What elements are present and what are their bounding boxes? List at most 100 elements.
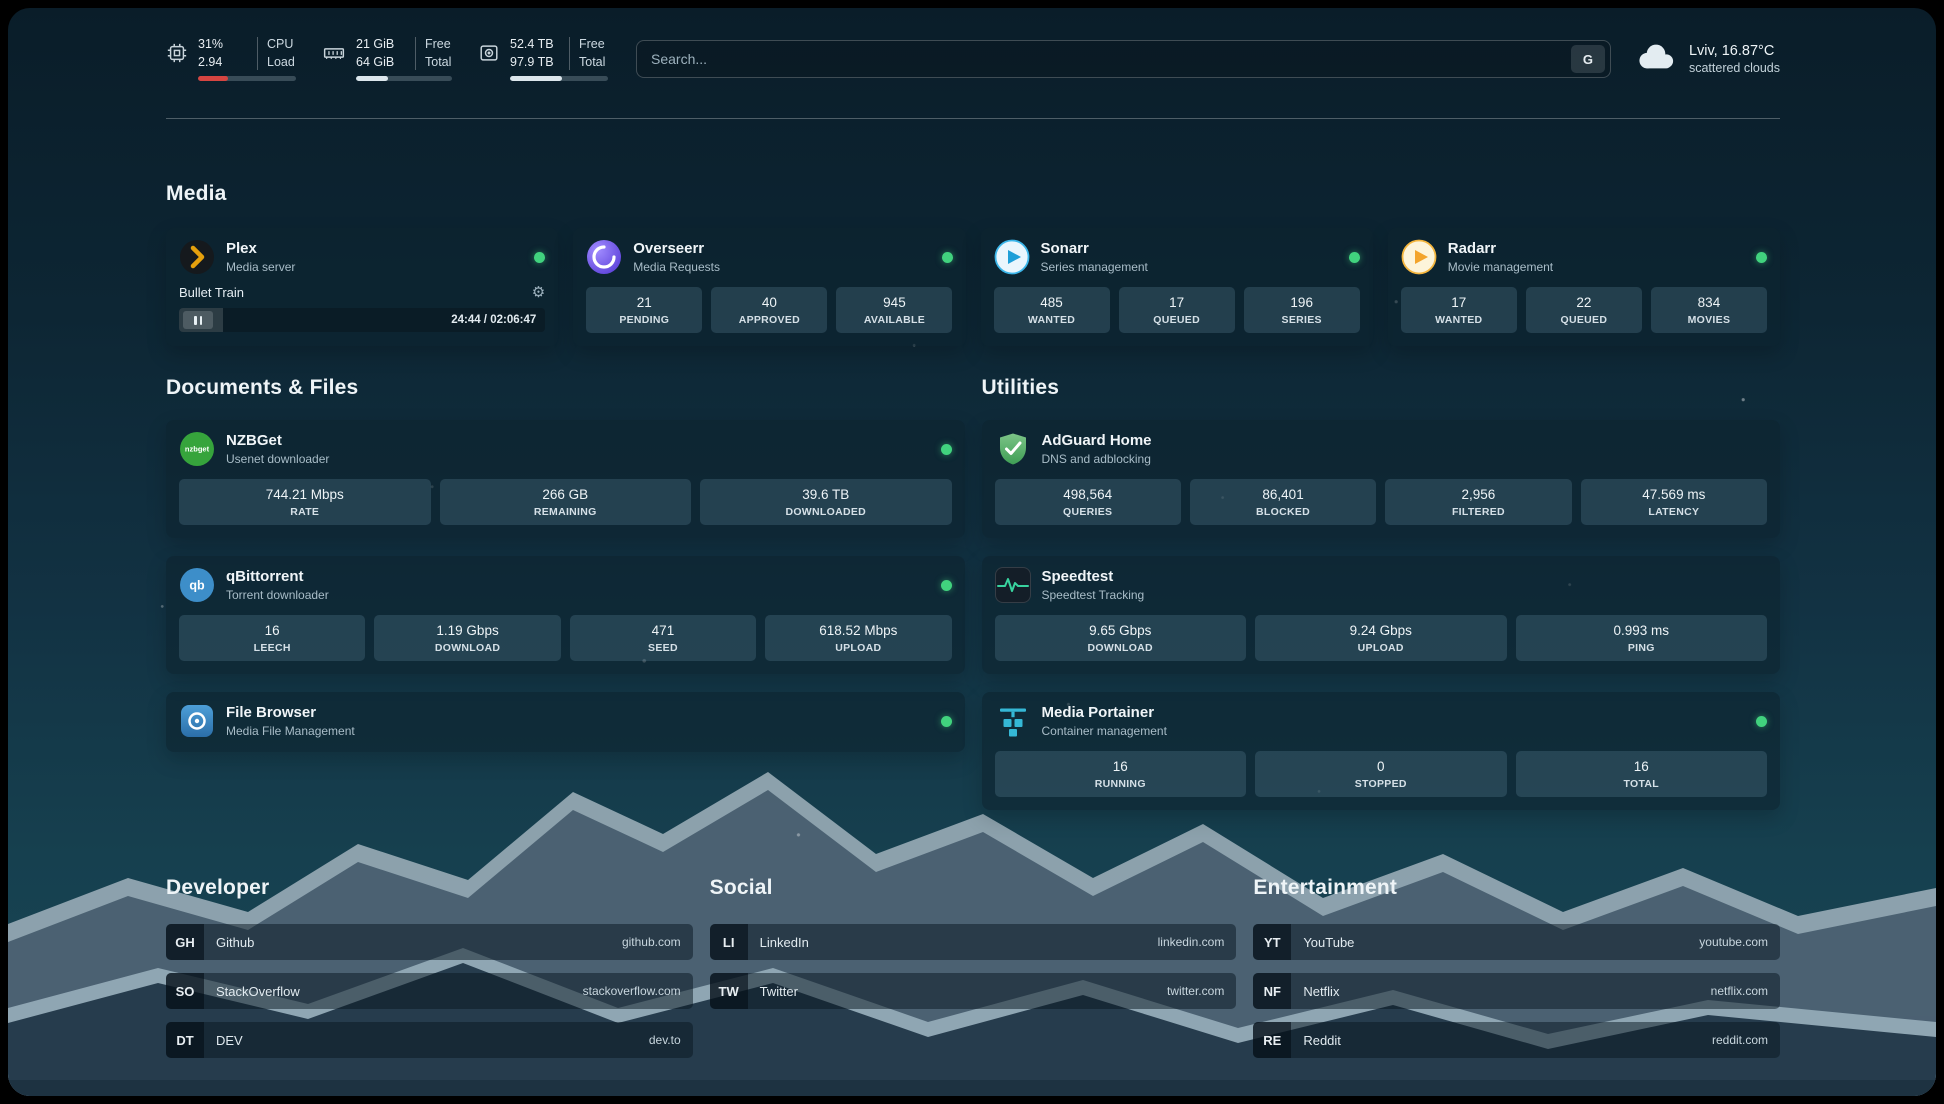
svg-text:qb: qb [189,579,205,593]
system-metrics: 31% 2.94 CPU Load [166,37,608,81]
stat-download: 1.19 Gbps DOWNLOAD [374,615,560,661]
speedtest-card[interactable]: Speedtest Speedtest Tracking 9.65 Gbps D… [982,556,1781,674]
utilities-section: Utilities [982,376,1781,810]
app-name: Media Portainer [1042,704,1167,722]
qbittorrent-card[interactable]: qb qBittorrent Torrent downloader 16 LEE… [166,556,965,674]
status-dot [1756,252,1767,263]
stat-series: 196 SERIES [1244,287,1360,333]
stat-filtered: 2,956 FILTERED [1385,479,1571,525]
stat-download: 9.65 Gbps DOWNLOAD [995,615,1247,661]
documents-section: Documents & Files nzbget NZBGet Usenet d [166,376,965,752]
adguard-card[interactable]: AdGuard Home DNS and adblocking 498,564 … [982,420,1781,538]
disk-free-label: Free [579,37,605,53]
status-dot [1349,252,1360,263]
status-dot [1756,716,1767,727]
metric-divider [569,37,570,70]
cpu-label: CPU [267,37,295,53]
stackoverflow-icon: SO [166,973,204,1009]
bookmark-github[interactable]: GH Github github.com [166,924,693,960]
media-section-title: Media [166,182,1780,206]
speedtest-icon [995,567,1031,603]
app-subtitle: Media File Management [226,724,355,738]
status-dot [942,252,953,263]
plex-icon [179,239,215,275]
app-name: File Browser [226,704,355,722]
entertainment-section-title: Entertainment [1253,876,1780,900]
disk-total-value: 97.9 TB [510,55,560,71]
ram-metric: 21 GiB 64 GiB Free Total [322,37,452,81]
app-name: AdGuard Home [1042,432,1152,450]
stat-ping: 0.993 ms PING [1516,615,1768,661]
bookmark-linkedin[interactable]: LI LinkedIn linkedin.com [710,924,1237,960]
ram-free-value: 21 GiB [356,37,406,53]
status-dot [534,252,545,263]
app-name: NZBGet [226,432,329,450]
bookmark-dev[interactable]: DT DEV dev.to [166,1022,693,1058]
player-bar: 24:44 / 02:06:47 [179,308,545,332]
sonarr-icon [994,239,1030,275]
gear-icon[interactable]: ⚙ [532,285,545,300]
radarr-card[interactable]: Radarr Movie management 17 WANTED 22 QUE… [1388,228,1780,346]
overseerr-icon [586,239,622,275]
stat-blocked: 86,401 BLOCKED [1190,479,1376,525]
reddit-icon: RE [1253,1022,1291,1058]
netflix-icon: NF [1253,973,1291,1009]
social-section-title: Social [710,876,1237,900]
cpu-metric: 31% 2.94 CPU Load [166,37,296,81]
stat-queries: 498,564 QUERIES [995,479,1181,525]
sonarr-card[interactable]: Sonarr Series management 485 WANTED 17 Q… [981,228,1373,346]
app-subtitle: Media Requests [633,260,720,274]
filebrowser-card[interactable]: File Browser Media File Management [166,692,965,752]
bookmark-stackoverflow[interactable]: SO StackOverflow stackoverflow.com [166,973,693,1009]
app-name: Overseerr [633,240,720,258]
linkedin-icon: LI [710,924,748,960]
bookmark-netflix[interactable]: NF Netflix netflix.com [1253,973,1780,1009]
pause-button[interactable] [183,311,213,329]
header-divider [166,118,1780,119]
cpu-load-value: 2.94 [198,55,248,71]
stat-latency: 47.569 ms LATENCY [1581,479,1767,525]
cpu-usage-bar [198,76,296,81]
search-engine-button[interactable]: G [1571,45,1605,73]
bookmark-twitter[interactable]: TW Twitter twitter.com [710,973,1237,1009]
player-time: 24:44 / 02:06:47 [451,314,536,326]
stat-seed: 471 SEED [570,615,756,661]
social-section: Social LI LinkedIn linkedin.com TW Twitt… [710,876,1237,1009]
developer-section: Developer GH Github github.com SO StackO… [166,876,693,1058]
youtube-icon: YT [1253,924,1291,960]
stat-total: 16 TOTAL [1516,751,1768,797]
disk-usage-bar [510,76,608,81]
cloud-icon [1635,42,1677,76]
github-icon: GH [166,924,204,960]
bookmark-reddit[interactable]: RE Reddit reddit.com [1253,1022,1780,1058]
twitter-icon: TW [710,973,748,1009]
app-subtitle: DNS and adblocking [1042,452,1152,466]
ram-icon [322,42,346,69]
overseerr-card[interactable]: Overseerr Media Requests 21 PENDING 40 A… [573,228,965,346]
status-dot [941,716,952,727]
stat-approved: 40 APPROVED [711,287,827,333]
portainer-card[interactable]: Media Portainer Container management 16 … [982,692,1781,810]
plex-card[interactable]: Plex Media server Bullet Train ⚙ 24:44 /… [166,228,558,346]
app-subtitle: Usenet downloader [226,452,329,466]
nzbget-card[interactable]: nzbget NZBGet Usenet downloader 744.21 M… [166,420,965,538]
weather-widget: Lviv, 16.87°C scattered clouds [1635,42,1780,76]
disk-usage-fill [510,76,562,81]
disk-icon [478,42,500,69]
weather-condition: scattered clouds [1689,61,1780,75]
cpu-percent: 31% [198,37,248,53]
cpu-usage-fill [198,76,228,81]
app-name: Speedtest [1042,568,1145,586]
app-subtitle: Media server [226,260,295,274]
filebrowser-icon [179,703,215,739]
search-input[interactable] [651,51,1571,67]
app-name: qBittorrent [226,568,329,586]
qbittorrent-icon: qb [179,567,215,603]
portainer-icon [995,703,1031,739]
app-subtitle: Container management [1042,724,1167,738]
stat-wanted: 17 WANTED [1401,287,1517,333]
bookmark-youtube[interactable]: YT YouTube youtube.com [1253,924,1780,960]
stat-remaining: 266 GB REMAINING [440,479,692,525]
metric-divider [257,37,258,70]
app-name: Plex [226,240,295,258]
